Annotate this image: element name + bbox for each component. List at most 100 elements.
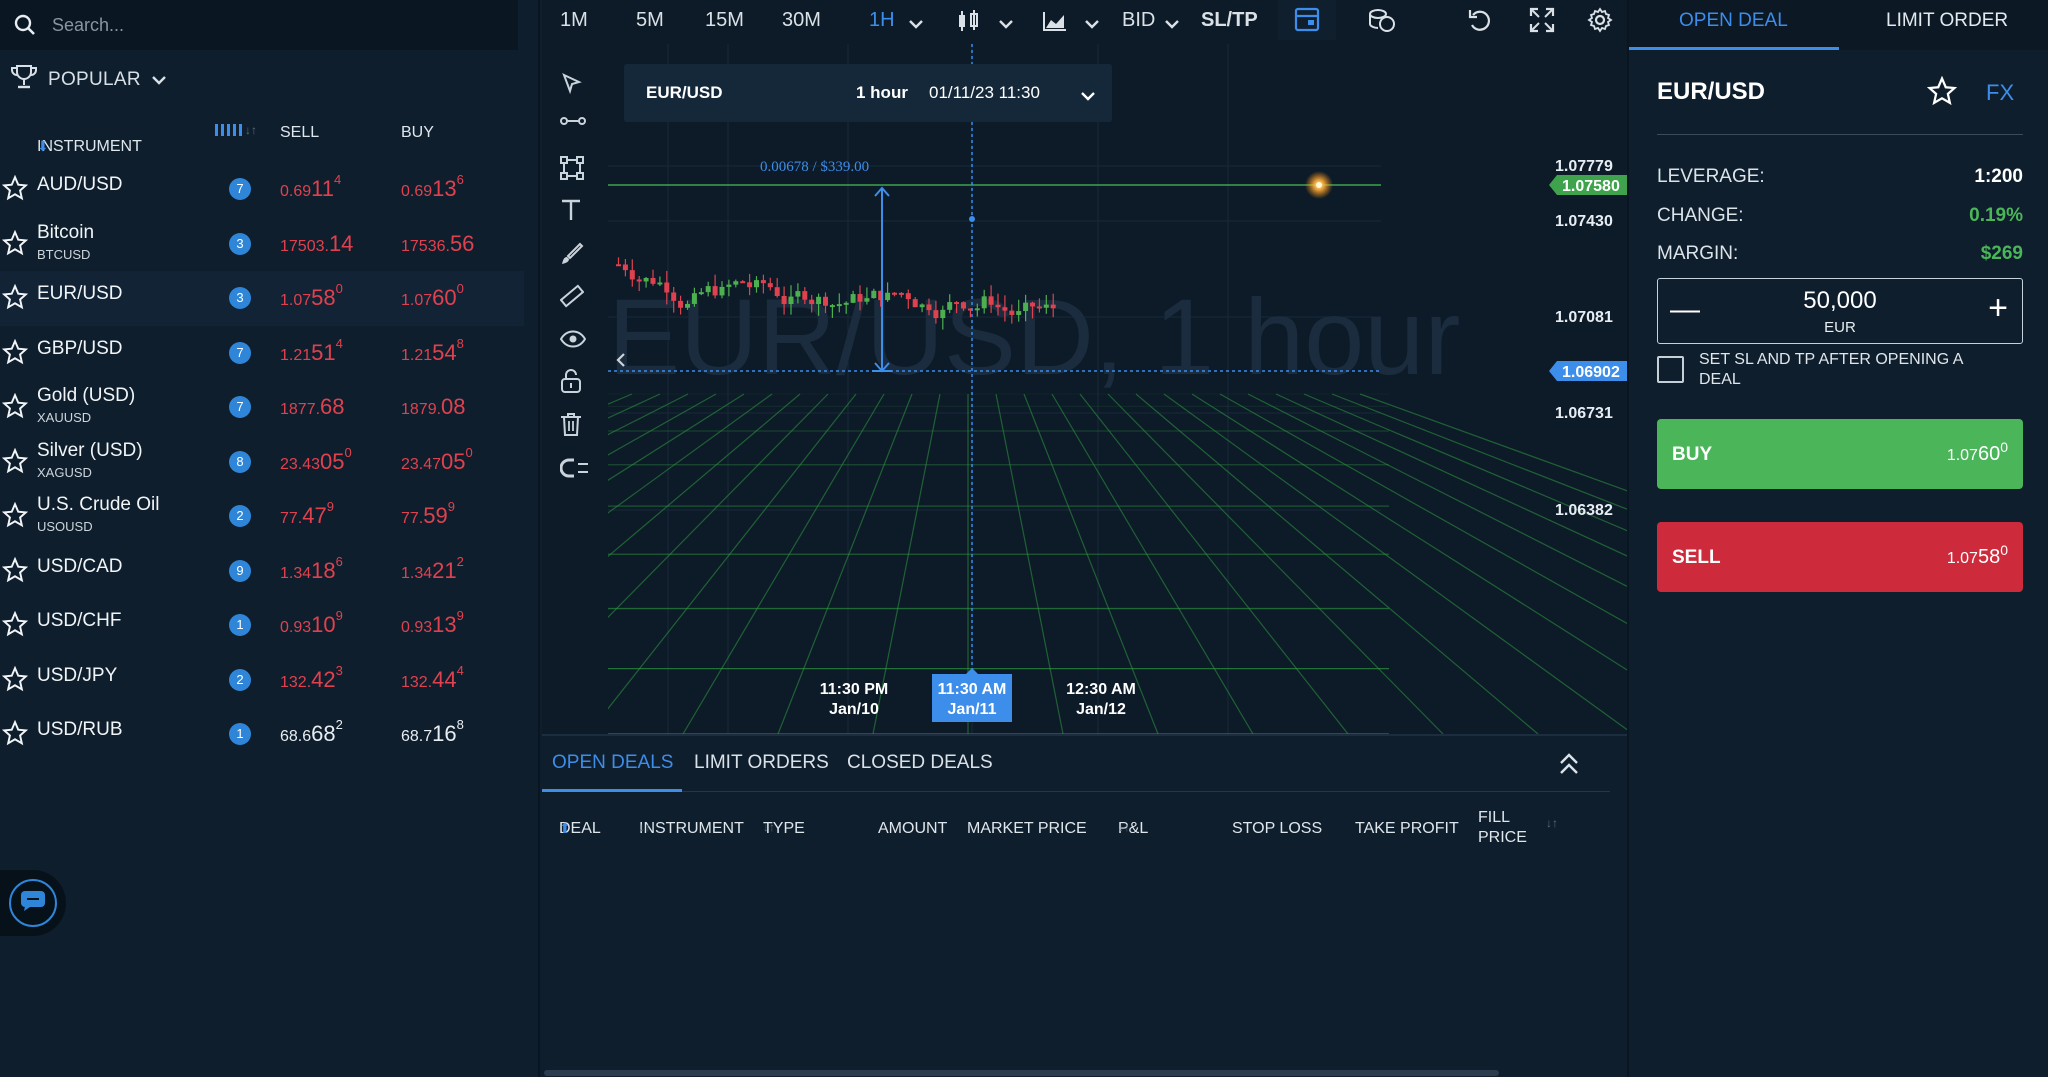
star-icon[interactable] <box>1 283 29 315</box>
tab-open-deals[interactable]: OPEN DEALS <box>552 752 673 774</box>
timeframe-1h[interactable]: 1H <box>869 9 895 32</box>
buy-price[interactable]: 1.21548 <box>401 336 464 366</box>
buy-price[interactable]: 1.34212 <box>401 554 464 584</box>
buy-price[interactable]: 132.444 <box>401 663 464 693</box>
sell-price[interactable]: 1.34186 <box>280 554 343 584</box>
amount-stepper[interactable]: — 50,000 EUR + <box>1657 278 2023 344</box>
magnet-icon[interactable] <box>559 456 590 485</box>
star-icon[interactable] <box>1 338 29 370</box>
buy-price[interactable]: 1879.08 <box>401 394 466 420</box>
sell-price[interactable]: 1.07580 <box>280 281 343 311</box>
sell-price[interactable]: 0.93109 <box>280 608 343 638</box>
gear-icon[interactable] <box>1587 7 1613 39</box>
eye-icon[interactable] <box>559 330 587 353</box>
sell-price[interactable]: 68.6682 <box>280 717 343 747</box>
tab-limit-order[interactable]: LIMIT ORDER <box>1886 10 2008 32</box>
fill-price-sort-icon[interactable]: ↓↑ <box>1546 816 1558 830</box>
horizontal-scrollbar[interactable] <box>544 1070 1499 1076</box>
star-icon[interactable] <box>1 719 29 751</box>
buy-price[interactable]: 1.07600 <box>401 281 464 311</box>
col-market-price[interactable]: MARKET PRICE <box>967 820 1087 838</box>
sell-price[interactable]: 77.479 <box>280 499 334 529</box>
instrument-row[interactable]: AUD/USD 7 0.69114 0.69136 <box>0 162 524 217</box>
chevron-down-icon[interactable] <box>998 12 1014 35</box>
header-sell[interactable]: SELL <box>280 124 319 142</box>
sell-price[interactable]: 0.69114 <box>280 172 341 202</box>
area-chart-icon[interactable] <box>1042 10 1068 38</box>
sltp-checkbox[interactable] <box>1657 356 1684 383</box>
chat-button[interactable] <box>0 870 66 936</box>
col-stop-loss[interactable]: STOP LOSS <box>1232 820 1322 838</box>
ruler-icon[interactable] <box>559 284 585 313</box>
coins-icon[interactable] <box>1368 7 1396 39</box>
buy-button[interactable]: BUY 1.07600 <box>1657 419 2023 489</box>
col-take-profit[interactable]: TAKE PROFIT <box>1355 820 1459 838</box>
chevron-down-icon[interactable] <box>908 12 924 35</box>
col-amount[interactable]: AMOUNT <box>878 820 947 838</box>
sell-price[interactable]: 17503.14 <box>280 231 353 257</box>
search-input[interactable] <box>50 13 490 37</box>
unlock-icon[interactable] <box>560 368 582 399</box>
buy-price[interactable]: 17536.56 <box>401 231 474 257</box>
timeframe-30m[interactable]: 30M <box>782 9 821 32</box>
cursor-icon[interactable] <box>560 72 584 101</box>
instrument-row[interactable]: USD/CHF 1 0.93109 0.93139 <box>0 598 524 653</box>
tab-closed-deals[interactable]: CLOSED DEALS <box>847 752 993 774</box>
fullscreen-icon[interactable] <box>1529 7 1555 39</box>
header-buy[interactable]: BUY <box>401 124 434 142</box>
popular-dropdown[interactable]: POPULAR <box>10 60 167 100</box>
star-icon[interactable] <box>1 556 29 588</box>
chevron-down-icon[interactable] <box>1084 12 1100 35</box>
rectangle-tool-icon[interactable] <box>560 156 584 185</box>
star-icon[interactable] <box>1 392 29 424</box>
instrument-row[interactable]: Gold (USD) XAUUSD 7 1877.68 1879.08 <box>0 380 524 435</box>
candlestick-icon[interactable] <box>956 10 980 38</box>
instrument-row[interactable]: GBP/USD 7 1.21514 1.21548 <box>0 326 524 381</box>
star-icon[interactable] <box>1 610 29 642</box>
collapse-icon[interactable] <box>1558 752 1580 781</box>
buy-price[interactable]: 77.599 <box>401 499 455 529</box>
amount-value[interactable]: 50,000 <box>1658 287 2022 315</box>
sell-price[interactable]: 1877.68 <box>280 394 345 420</box>
timeframe-1m[interactable]: 1M <box>560 9 588 32</box>
bid-selector[interactable]: BID <box>1122 9 1155 32</box>
star-icon[interactable] <box>1 174 29 206</box>
timeframe-15m[interactable]: 15M <box>705 9 744 32</box>
star-icon[interactable] <box>1 229 29 261</box>
price-chart[interactable]: EUR/USD, 1 hour 0.00678 / $339.00 1.0777… <box>0 44 2048 735</box>
calendar-icon[interactable] <box>1294 6 1320 38</box>
trash-icon[interactable] <box>560 412 582 441</box>
timeframe-5m[interactable]: 5M <box>636 9 664 32</box>
symbol-dropdown[interactable]: EUR/USD 1 hour 01/11/23 11:30 <box>624 64 1112 122</box>
buy-price[interactable]: 23.47050 <box>401 445 473 475</box>
sell-price[interactable]: 132.423 <box>280 663 343 693</box>
instrument-row[interactable]: Bitcoin BTCUSD 3 17503.14 17536.56 <box>0 217 524 272</box>
instrument-row[interactable]: Silver (USD) XAGUSD 8 23.43050 23.47050 <box>0 435 524 490</box>
buy-price[interactable]: 0.69136 <box>401 172 464 202</box>
instrument-row[interactable]: USD/JPY 2 132.423 132.444 <box>0 653 524 708</box>
sell-price[interactable]: 1.21514 <box>280 336 343 366</box>
instrument-row[interactable]: USD/CAD 9 1.34186 1.34212 <box>0 544 524 599</box>
chevron-down-icon[interactable] <box>1164 12 1180 35</box>
instrument-row[interactable]: U.S. Crude Oil USOUSD 2 77.479 77.599 <box>0 489 524 544</box>
text-tool-icon[interactable] <box>560 198 582 227</box>
sell-price[interactable]: 23.43050 <box>280 445 352 475</box>
sltp-toggle[interactable]: SL/TP <box>1201 9 1258 32</box>
brush-icon[interactable] <box>560 242 584 271</box>
trend-line-icon[interactable] <box>560 114 586 133</box>
buy-price[interactable]: 0.93139 <box>401 608 464 638</box>
popularity-sort-icon[interactable]: ↓↑ <box>215 122 259 143</box>
undo-icon[interactable] <box>1467 7 1493 39</box>
star-icon[interactable] <box>1 447 29 479</box>
star-icon[interactable] <box>1 501 29 533</box>
sell-button[interactable]: SELL 1.07580 <box>1657 522 2023 592</box>
tab-limit-orders[interactable]: LIMIT ORDERS <box>694 752 829 774</box>
fx-tag[interactable]: FX <box>1986 80 2014 106</box>
plus-icon[interactable]: + <box>1988 289 2008 328</box>
tab-open-deal[interactable]: OPEN DEAL <box>1679 10 1788 32</box>
buy-price[interactable]: 68.7168 <box>401 717 464 747</box>
instrument-row[interactable]: EUR/USD 3 1.07580 1.07600 <box>0 271 524 326</box>
instrument-row[interactable]: USD/RUB 1 68.6682 68.7168 <box>0 707 524 762</box>
star-icon[interactable] <box>1 665 29 697</box>
favorite-star-icon[interactable] <box>1926 75 1958 111</box>
